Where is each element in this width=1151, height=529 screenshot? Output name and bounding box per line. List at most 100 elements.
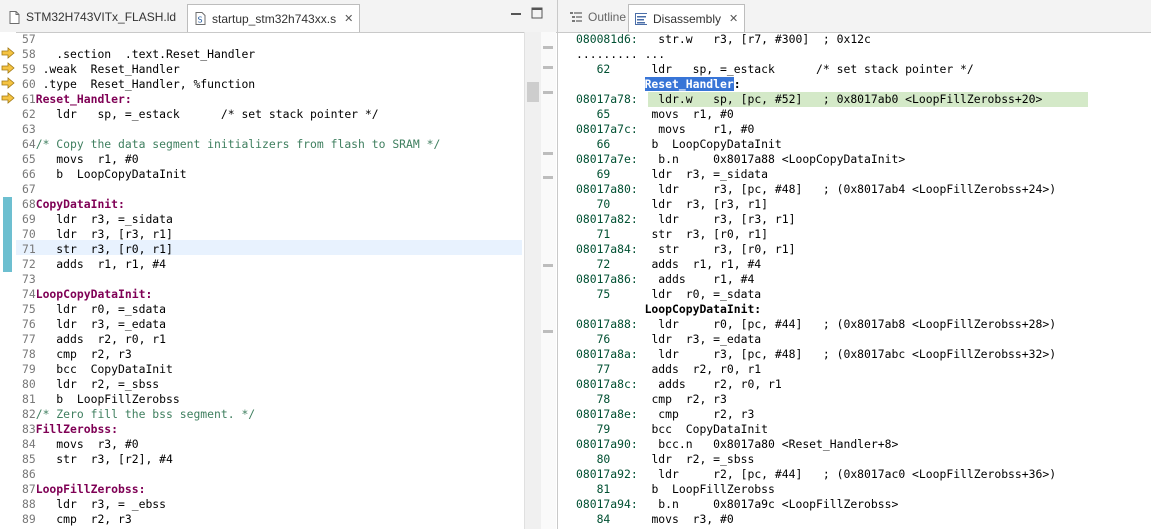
disassembly-line[interactable]: LoopCopyDataInit: (576, 302, 762, 317)
editor-scrollbar[interactable] (524, 32, 541, 529)
code-line[interactable]: 69 ldr r3, =_sidata (22, 212, 173, 227)
debug-arrow-icon (1, 77, 15, 89)
code-line[interactable]: 59 .weak Reset_Handler (22, 62, 180, 77)
code-line[interactable]: 87LoopFillZerobss: (22, 482, 145, 497)
close-icon[interactable]: ✕ (344, 12, 353, 25)
ruler-mark[interactable] (543, 176, 553, 179)
disassembly-line[interactable]: 70 ldr r3, [r3, r1] (576, 197, 768, 212)
disassembly-line[interactable]: 80 ldr r2, =_sbss (576, 452, 755, 467)
ruler-mark[interactable] (543, 46, 553, 49)
disassembly-line[interactable]: 08017a7e: b.n 0x8017a88 <LoopCopyDataIni… (576, 152, 905, 167)
code-line[interactable]: 67 (22, 182, 43, 197)
code-line[interactable]: 71 str r3, [r0, r1] (22, 242, 173, 257)
disassembly-line[interactable]: 08017a86: adds r1, #4 (576, 272, 754, 287)
disassembly-line[interactable]: 080081d6: str.w r3, [r7, #300] ; 0x12c (576, 32, 871, 47)
maximize-icon[interactable] (530, 7, 544, 21)
code-line[interactable]: 82/* Zero fill the bss segment. */ (22, 407, 255, 422)
code-line[interactable]: 75 ldr r0, =_sdata (22, 302, 166, 317)
disassembly-line[interactable]: 62 ldr sp, =_estack /* set stack pointer… (576, 62, 974, 77)
tab-label: Disassembly (653, 11, 722, 26)
code-line[interactable]: 65 movs r1, #0 (22, 152, 139, 167)
code-line[interactable]: 58 .section .text.Reset_Handler (22, 47, 255, 62)
code-line[interactable]: 72 adds r1, r1, #4 (22, 257, 166, 272)
code-line[interactable]: 68CopyDataInit: (22, 197, 125, 212)
code-line[interactable]: 88 ldr r3, = _ebss (22, 497, 166, 512)
disassembly-line[interactable]: 81 b LoopFillZerobss (576, 482, 775, 497)
overview-ruler[interactable] (541, 32, 556, 529)
code-line[interactable]: 61Reset_Handler: (22, 92, 132, 107)
code-line[interactable]: 80 ldr r2, =_sbss (22, 377, 159, 392)
code-line[interactable]: 77 adds r2, r0, r1 (22, 332, 166, 347)
address: 78 (576, 392, 611, 406)
address: 79 (576, 422, 611, 436)
code-line[interactable]: 57 (22, 32, 43, 47)
code-text: movs r3, #0 (35, 437, 139, 451)
code-line[interactable]: 83FillZerobss: (22, 422, 118, 437)
close-icon[interactable]: ✕ (729, 12, 738, 25)
code-line[interactable]: 81 b LoopFillZerobss (22, 392, 180, 407)
disassembly-line[interactable]: 77 adds r2, r0, r1 (576, 362, 762, 377)
code-line[interactable]: 74LoopCopyDataInit: (22, 287, 152, 302)
disassembly-line[interactable]: 08017a78: ldr.w sp, [pc, #52] ; 0x8017ab… (576, 92, 1042, 107)
code-line[interactable]: 78 cmp r2, r3 (22, 347, 132, 362)
code-text: LoopCopyDataInit: (35, 287, 153, 301)
code-line[interactable]: 73 (22, 272, 43, 287)
ruler-mark[interactable] (543, 91, 553, 94)
disassembly-line[interactable]: ......... ... (576, 47, 665, 62)
code-line[interactable]: 62 ldr sp, =_estack /* set stack pointer… (22, 107, 379, 122)
code-line[interactable]: 66 b LoopCopyDataInit (22, 167, 187, 182)
ruler-mark[interactable] (543, 330, 553, 333)
disassembly-line[interactable]: 78 cmp r2, r3 (576, 392, 727, 407)
line-number: 66 (22, 167, 36, 181)
disassembly-line[interactable]: 08017a90: bcc.n 0x8017a80 <Reset_Handler… (576, 437, 898, 452)
code-line[interactable]: 63 (22, 122, 43, 137)
line-number: 61 (22, 92, 36, 106)
disassembly-line[interactable]: 79 bcc CopyDataInit (576, 422, 768, 437)
disassembly-line[interactable]: 75 ldr r0, =_sdata (576, 287, 762, 302)
scrollbar-thumb[interactable] (527, 82, 539, 102)
address: 84 (576, 512, 611, 526)
code-line[interactable]: 84 movs r3, #0 (22, 437, 139, 452)
minimize-icon[interactable] (509, 7, 523, 21)
disassembly-line[interactable]: 72 adds r1, r1, #4 (576, 257, 762, 272)
disassembly-line[interactable]: 08017a8a: ldr r3, [pc, #48] ; (0x8017abc… (576, 347, 1056, 362)
code-editor[interactable]: 57 58 .section .text.Reset_Handler 59 .we… (0, 32, 528, 529)
disassembly-line[interactable]: 08017a88: ldr r0, [pc, #44] ; (0x8017ab8… (576, 317, 1056, 332)
disassembly-line[interactable]: 08017a92: ldr r2, [pc, #44] ; (0x8017ac0… (576, 467, 1056, 482)
tab-disassembly[interactable]: Disassembly ✕ (628, 4, 746, 32)
disassembly-line[interactable]: 71 str r3, [r0, r1] (576, 227, 768, 242)
disassembly-line[interactable]: 08017a94: b.n 0x8017a9c <LoopFillZerobss… (576, 497, 898, 512)
code-line[interactable]: 85 str r3, [r2], #4 (22, 452, 173, 467)
code-text: ldr sp, =_estack /* set stack pointer */ (35, 107, 379, 121)
disassembly-line[interactable]: 69 ldr r3, =_sidata (576, 167, 768, 182)
ruler-mark[interactable] (543, 264, 553, 267)
disassembly-line[interactable]: 08017a82: ldr r3, [r3, r1] (576, 212, 795, 227)
code-line[interactable]: 79 bcc CopyDataInit (22, 362, 173, 377)
line-number: 80 (22, 377, 36, 391)
disassembly-line[interactable]: 08017a7c: movs r1, #0 (576, 122, 754, 137)
disassembly-line[interactable]: 84 movs r3, #0 (576, 512, 734, 527)
code-line[interactable]: 76 ldr r3, =_edata (22, 317, 166, 332)
disassembly-line[interactable]: 08017a84: str r3, [r0, r1] (576, 242, 795, 257)
tab-startup-file[interactable]: S startup_stm32h743xx.s ✕ (187, 4, 361, 32)
address: 72 (576, 257, 611, 271)
ruler-mark[interactable] (543, 66, 553, 69)
disassembly-line[interactable]: 66 b LoopCopyDataInit (576, 137, 782, 152)
disassembly-line[interactable]: 08017a80: ldr r3, [pc, #48] ; (0x8017ab4… (576, 182, 1056, 197)
instruction-text: ldr sp, =_estack /* set stack pointer */ (610, 62, 974, 76)
disassembly-line[interactable]: 65 movs r1, #0 (576, 107, 734, 122)
disassembly-view[interactable]: 080081d6: str.w r3, [r7, #300] ; 0x12c..… (576, 32, 1151, 529)
code-line[interactable]: 70 ldr r3, [r3, r1] (22, 227, 173, 242)
code-line[interactable]: 89 cmp r2, r3 (22, 512, 132, 527)
disassembly-line[interactable]: 08017a8c: adds r2, r0, r1 (576, 377, 782, 392)
disassembly-line[interactable]: Reset_Handler: (576, 77, 741, 92)
line-number: 83 (22, 422, 36, 436)
tab-linker-script[interactable]: STM32H743VITx_FLASH.ld (2, 4, 182, 30)
disassembly-line[interactable]: 08017a8e: cmp r2, r3 (576, 407, 754, 422)
code-line[interactable]: 64/* Copy the data segment initializers … (22, 137, 440, 152)
disassembly-line[interactable]: 76 ldr r3, =_edata (576, 332, 762, 347)
code-line[interactable]: 86 (22, 467, 43, 482)
ruler-mark[interactable] (543, 152, 553, 155)
code-line[interactable]: 60 .type Reset_Handler, %function (22, 77, 255, 92)
tab-outline[interactable]: Outline (564, 4, 632, 30)
